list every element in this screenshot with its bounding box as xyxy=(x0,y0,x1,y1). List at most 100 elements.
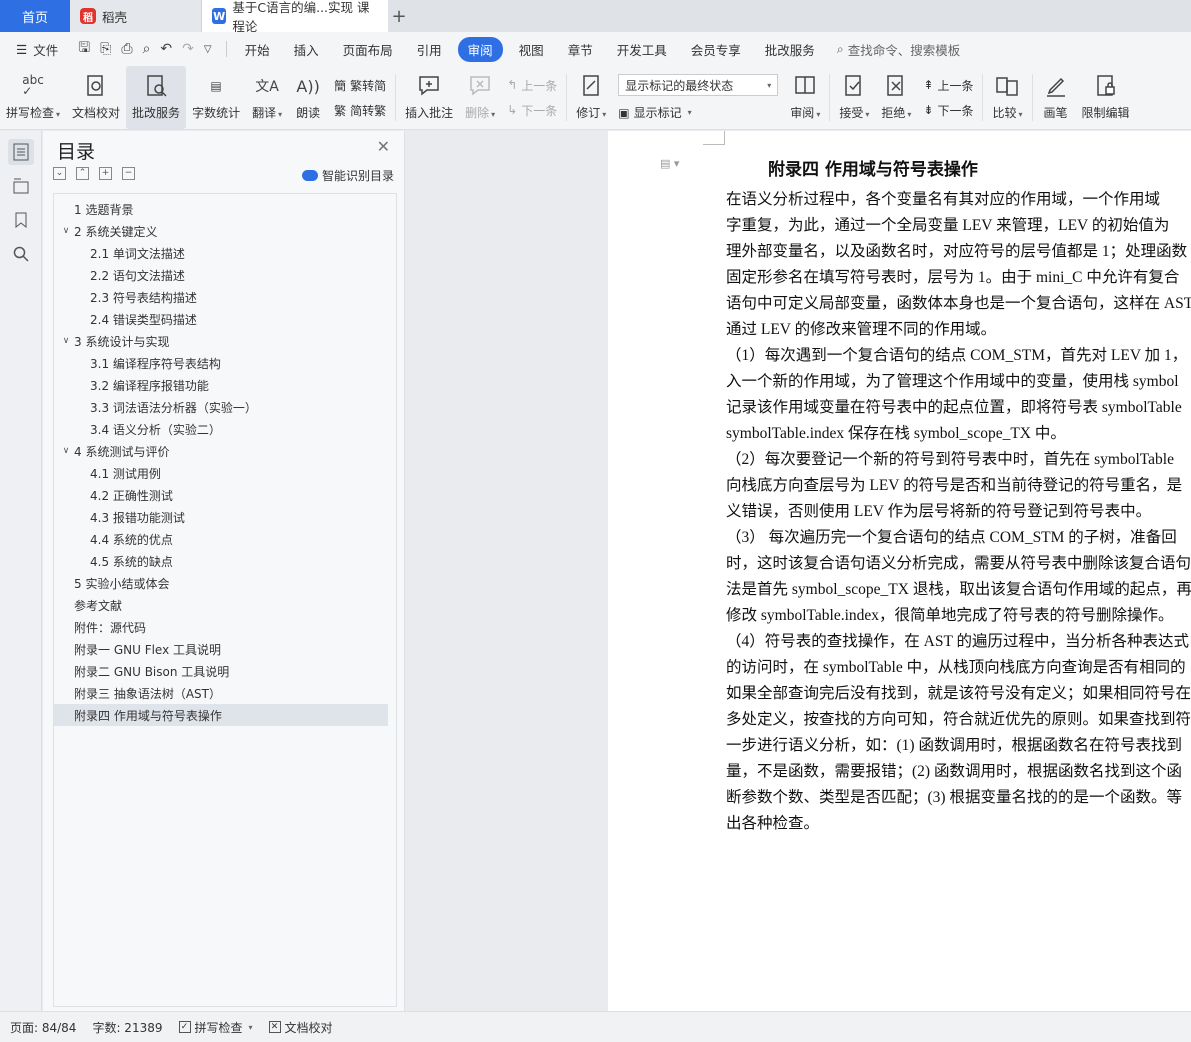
undo-icon[interactable]: ↶ xyxy=(160,41,172,57)
bookmark-icon[interactable] xyxy=(8,207,34,233)
quick-access-toolbar: 🖫 ⎘ ⎙ ⌕ ↶ ↷ ▽ xyxy=(70,37,219,61)
toc-item[interactable]: 3.3 词法语法分析器（实验一） xyxy=(54,396,396,418)
delete-comment-button[interactable]: 删除 ▾ xyxy=(459,66,501,129)
toc-item[interactable]: 附录二 GNU Bison 工具说明 xyxy=(54,660,396,682)
toc-item[interactable]: ∨ 3 系统设计与实现 xyxy=(54,330,396,352)
menu-view[interactable]: 视图 xyxy=(507,40,556,59)
toc-item[interactable]: 5 实验小结或体会 xyxy=(54,572,396,594)
toc-item[interactable]: 附录一 GNU Flex 工具说明 xyxy=(54,638,396,660)
export-icon[interactable]: ⎘ xyxy=(100,41,111,57)
prev-comment-button[interactable]: ↰ 上一条 xyxy=(507,77,557,94)
menu-correction[interactable]: 批改服务 xyxy=(753,40,827,59)
document-text-line: 义错误，否则使用 LEV 作为层号将新的符号登记到符号表中。 xyxy=(726,503,1152,520)
page-indicator[interactable]: 页面: 84/84 xyxy=(0,1019,84,1036)
print-icon[interactable]: ⎙ xyxy=(121,41,132,57)
translate-button[interactable]: 文A 翻译 ▾ xyxy=(246,66,288,129)
menu-insert[interactable]: 插入 xyxy=(282,40,331,59)
redo-icon[interactable]: ↷ xyxy=(182,41,194,57)
toc-item[interactable]: 3.2 编译程序报错功能 xyxy=(54,374,396,396)
document-text-line: 时，这时该复合语句语义分析完成，需要从符号表中删除该复合语句 xyxy=(726,555,1191,572)
expand-all-icon[interactable]: ⌄ xyxy=(53,167,66,180)
menu-chapter[interactable]: 章节 xyxy=(556,40,605,59)
toc-item[interactable]: 4.2 正确性测试 xyxy=(54,484,396,506)
pen-button[interactable]: 画笔 xyxy=(1036,66,1076,129)
toc-item[interactable]: 3.4 语义分析（实验二） xyxy=(54,418,396,440)
command-search[interactable]: ⌕ 查找命令、搜索模板 xyxy=(837,40,961,59)
show-markup-button[interactable]: ▣ 显示标记 ▾ xyxy=(618,104,778,121)
menu-developer[interactable]: 开发工具 xyxy=(605,40,679,59)
document-text-line: 的访问时，在 symbolTable 中，从栈顶向栈底方向查询是否有相同的 xyxy=(726,659,1186,676)
toc-item[interactable]: 2.2 语句文法描述 xyxy=(54,264,396,286)
compare-icon xyxy=(993,72,1021,100)
restrict-edit-button[interactable]: 限制编辑 xyxy=(1076,66,1136,129)
collapse-all-icon[interactable]: ⌃ xyxy=(76,167,89,180)
menu-home[interactable]: 开始 xyxy=(233,40,282,59)
next-change-button[interactable]: ⇟ 下一条 xyxy=(923,102,973,119)
toc-panel-icon[interactable] xyxy=(7,139,34,165)
compare-button[interactable]: 比较 ▾ xyxy=(986,66,1028,129)
toc-item[interactable]: 附件：源代码 xyxy=(54,616,396,638)
markup-state-select[interactable]: 显示标记的最终状态 ▾ xyxy=(618,74,779,96)
status-doc-proof-button[interactable]: ✕ 文档校对 xyxy=(261,1019,341,1036)
add-heading-icon[interactable]: + xyxy=(99,167,112,180)
toc-item[interactable]: ∨ 2 系统关键定义 xyxy=(54,220,396,242)
menu-page-layout[interactable]: 页面布局 xyxy=(331,40,405,59)
trad-to-simp-button[interactable]: 簡繁转简 xyxy=(334,77,386,94)
chevron-down-icon[interactable]: ∨ xyxy=(58,336,74,346)
menu-references[interactable]: 引用 xyxy=(405,40,454,59)
toc-item[interactable]: 4.1 测试用例 xyxy=(54,462,396,484)
file-menu[interactable]: ☰ 文件 xyxy=(0,40,70,59)
title-bar: 首页 稻 稻壳 W 基于C语言的编...实现 课程论 + xyxy=(0,0,1191,34)
accept-button[interactable]: 接受 ▾ xyxy=(833,66,875,129)
toc-item[interactable]: 4.4 系统的优点 xyxy=(54,528,396,550)
paragraph-options-icon[interactable]: ▤ ▾ xyxy=(660,157,679,170)
document-page[interactable]: ▤ ▾ 附录四 作用域与符号表操作 在语义分析过程中，各个变量名有其对应的作用域… xyxy=(608,131,1191,1011)
toc-item[interactable]: 3.1 编译程序符号表结构 xyxy=(54,352,396,374)
new-tab-button[interactable]: + xyxy=(388,0,410,32)
read-aloud-button[interactable]: A)) 朗读 xyxy=(288,66,328,129)
toc-item-label: 附录四 作用域与符号表操作 xyxy=(74,708,222,723)
toc-item[interactable]: 4.3 报错功能测试 xyxy=(54,506,396,528)
menu-member[interactable]: 会员专享 xyxy=(679,40,753,59)
correction-service-button[interactable]: 批改服务 xyxy=(126,66,187,129)
save-icon[interactable]: 🖫 xyxy=(78,37,90,61)
spellcheck-button[interactable]: abc ✓ 拼写检查 ▾ xyxy=(0,66,66,129)
toc-item[interactable]: 参考文献 xyxy=(54,594,396,616)
next-comment-button[interactable]: ↳ 下一条 xyxy=(507,102,557,119)
simp-to-trad-button[interactable]: 繁简转繁 xyxy=(334,102,386,119)
insert-comment-button[interactable]: 插入批注 xyxy=(399,66,459,129)
document-text-line: 入一个新的作用域，为了管理这个作用域中的变量，使用栈 symbol xyxy=(726,373,1179,390)
print-preview-icon[interactable]: ⌕ xyxy=(143,41,151,57)
chevron-down-icon[interactable]: ∨ xyxy=(58,446,74,456)
checkbox-icon: ✓ xyxy=(178,1021,191,1033)
toc-item[interactable]: 附录四 作用域与符号表操作 xyxy=(54,704,388,726)
review-pane-button[interactable]: 审阅 ▾ xyxy=(784,66,826,129)
doc-proof-button[interactable]: 文档校对 xyxy=(66,66,126,129)
tab-home[interactable]: 首页 xyxy=(0,0,70,32)
tab-document[interactable]: W 基于C语言的编...实现 课程论 xyxy=(202,0,388,34)
word-count-button[interactable]: ▤ 字数统计 xyxy=(186,66,246,129)
remove-heading-icon[interactable]: − xyxy=(122,167,135,180)
toc-item[interactable]: 1 选题背景 xyxy=(54,198,396,220)
close-icon[interactable]: ✕ xyxy=(377,137,390,156)
toc-item[interactable]: 4.5 系统的缺点 xyxy=(54,550,396,572)
tab-daoke[interactable]: 稻 稻壳 xyxy=(70,0,202,32)
chevron-down-icon[interactable]: ∨ xyxy=(58,226,74,236)
toc-item[interactable]: ∨ 4 系统测试与评价 xyxy=(54,440,396,462)
chapter-nav-icon[interactable] xyxy=(8,173,34,199)
toc-item[interactable]: 2.3 符号表结构描述 xyxy=(54,286,396,308)
find-icon[interactable] xyxy=(8,241,34,267)
toc-item[interactable]: 2.1 单词文法描述 xyxy=(54,242,396,264)
menu-review[interactable]: 审阅 xyxy=(457,36,503,62)
track-changes-button[interactable]: 修订 ▾ xyxy=(570,66,612,129)
toc-item[interactable]: 附录三 抽象语法树（AST） xyxy=(54,682,396,704)
hamburger-icon: ☰ xyxy=(16,41,28,57)
reject-button[interactable]: 拒绝 ▾ xyxy=(875,66,917,129)
toc-item[interactable]: 2.4 错误类型码描述 xyxy=(54,308,396,330)
smart-toc-button[interactable]: 智能识别目录 xyxy=(301,167,394,184)
tab-daoke-label: 稻壳 xyxy=(102,9,128,25)
customize-toolbar-icon[interactable]: ▽ xyxy=(204,44,212,55)
status-spellcheck-button[interactable]: ✓ 拼写检查 ▾ xyxy=(171,1019,261,1036)
word-count-indicator[interactable]: 字数: 21389 xyxy=(84,1019,170,1036)
prev-change-button[interactable]: ⇞ 上一条 xyxy=(923,77,973,94)
